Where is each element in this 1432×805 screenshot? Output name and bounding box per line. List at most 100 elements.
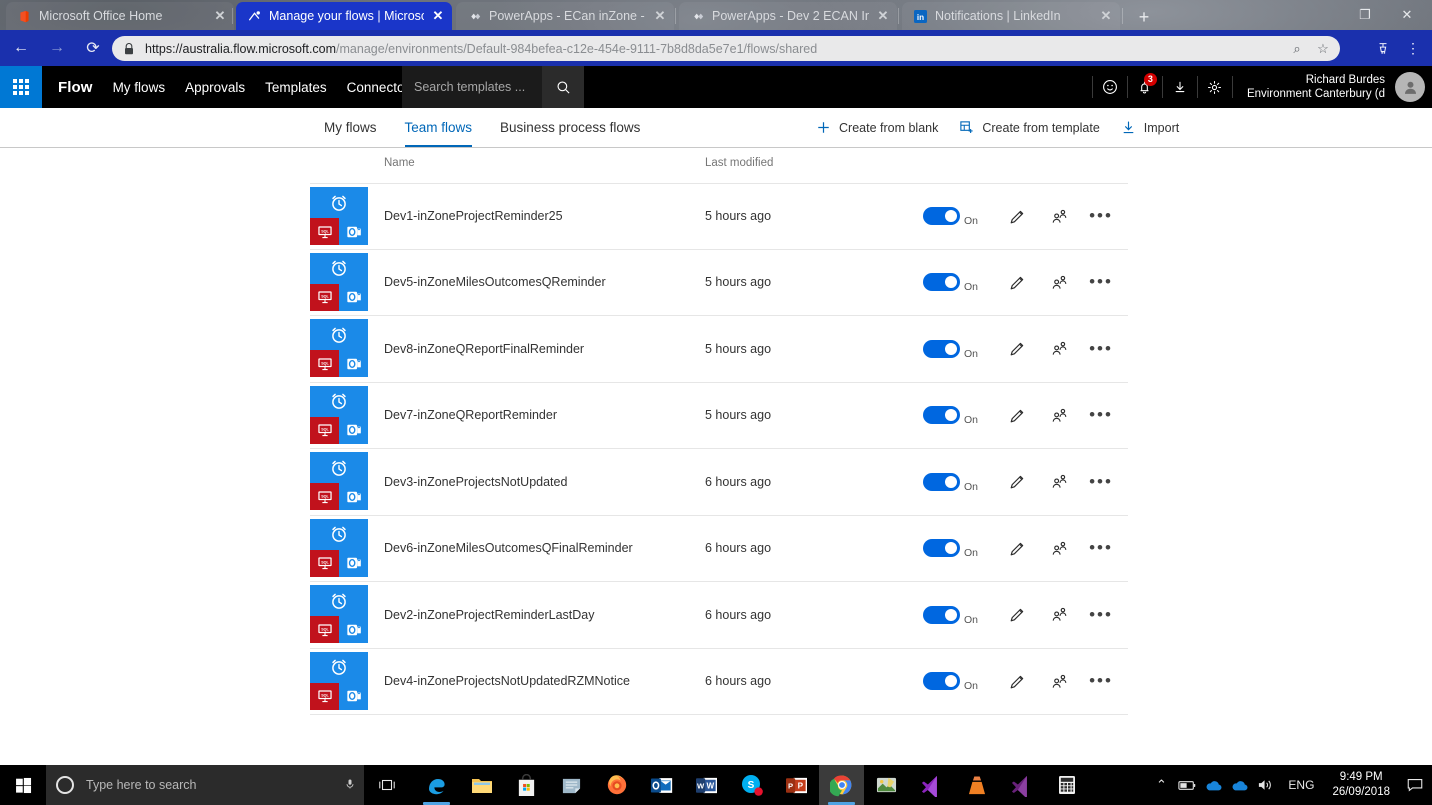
task-view-icon[interactable] (364, 765, 410, 805)
share-flow-button[interactable] (1038, 462, 1080, 502)
battery-icon[interactable] (1174, 765, 1200, 805)
nav-approvals[interactable]: Approvals (185, 80, 245, 95)
toggle-switch[interactable] (923, 273, 960, 291)
share-flow-button[interactable] (1038, 528, 1080, 568)
action-center-icon[interactable] (1398, 765, 1432, 805)
flow-toggle[interactable]: On (923, 672, 978, 690)
tab-business-process-flows[interactable]: Business process flows (486, 108, 654, 147)
edit-flow-button[interactable] (996, 196, 1038, 236)
tab-team-flows[interactable]: Team flows (391, 108, 487, 147)
new-tab-button[interactable]: + (1132, 5, 1156, 29)
search-icon[interactable] (542, 66, 584, 108)
flow-name[interactable]: Dev8-inZoneQReportFinalReminder (384, 342, 584, 356)
flow-toggle[interactable]: On (923, 539, 978, 557)
browser-menu-icon[interactable]: ⋮ (1398, 33, 1428, 63)
edit-flow-button[interactable] (996, 262, 1038, 302)
more-commands-button[interactable]: ••• (1080, 329, 1122, 369)
flow-toggle[interactable]: On (923, 340, 978, 358)
create-from-blank-button[interactable]: Create from blank (805, 108, 948, 147)
nav-templates[interactable]: Templates (265, 80, 327, 95)
close-icon[interactable]: ✕ (875, 8, 891, 24)
flow-toggle[interactable]: On (923, 273, 978, 291)
close-icon[interactable]: ✕ (652, 8, 668, 24)
sticky-notes-icon[interactable] (549, 765, 594, 805)
flow-toggle[interactable]: On (923, 207, 978, 225)
avatar[interactable] (1395, 72, 1425, 102)
skype-icon[interactable]: S (729, 765, 774, 805)
browser-tab[interactable]: PowerApps - ECan inZone - Train ✕ (456, 2, 674, 30)
app-launcher-icon[interactable] (0, 66, 42, 108)
powerpoint-icon[interactable]: PP (774, 765, 819, 805)
toggle-switch[interactable] (923, 473, 960, 491)
flow-toggle[interactable]: On (923, 606, 978, 624)
flow-name[interactable]: Dev3-inZoneProjectsNotUpdated (384, 475, 567, 489)
toggle-switch[interactable] (923, 340, 960, 358)
edge-icon[interactable] (414, 765, 459, 805)
table-row[interactable]: SQLDev8-inZoneQReportFinalReminder5 hour… (310, 316, 1128, 383)
search-input[interactable] (402, 66, 542, 108)
more-commands-button[interactable]: ••• (1080, 595, 1122, 635)
flow-brand-label[interactable]: Flow (58, 79, 93, 96)
table-row[interactable]: SQLDev2-inZoneProjectReminderLastDay6 ho… (310, 582, 1128, 649)
table-row[interactable]: SQLDev6-inZoneMilesOutcomesQFinalReminde… (310, 516, 1128, 583)
vlc-icon[interactable] (954, 765, 999, 805)
close-window-icon[interactable]: ✕ (1386, 0, 1428, 30)
notifications-bell-icon[interactable]: 3 (1128, 66, 1162, 108)
table-row[interactable]: SQLDev5-inZoneMilesOutcomesQReminder5 ho… (310, 250, 1128, 317)
microphone-icon[interactable] (344, 777, 356, 794)
close-icon[interactable]: ✕ (212, 8, 228, 24)
microsoft-store-icon[interactable] (504, 765, 549, 805)
onedrive-icon[interactable] (1200, 765, 1226, 805)
table-row[interactable]: SQLDev1-inZoneProjectReminder255 hours a… (310, 183, 1128, 250)
calculator-icon[interactable] (1044, 765, 1089, 805)
toggle-switch[interactable] (923, 539, 960, 557)
edit-flow-button[interactable] (996, 661, 1038, 701)
outlook-icon[interactable] (639, 765, 684, 805)
back-icon[interactable]: ← (6, 33, 36, 63)
gear-icon[interactable] (1198, 66, 1232, 108)
address-bar[interactable]: https://australia.flow.microsoft.com/man… (112, 36, 1340, 61)
flow-name[interactable]: Dev4-inZoneProjectsNotUpdatedRZMNotice (384, 674, 630, 688)
browser-tab[interactable]: PowerApps - Dev 2 ECAN InZone ✕ (679, 2, 897, 30)
browser-tab[interactable]: in Notifications | LinkedIn ✕ (902, 2, 1120, 30)
more-commands-button[interactable]: ••• (1080, 528, 1122, 568)
toggle-switch[interactable] (923, 406, 960, 424)
share-flow-button[interactable] (1038, 329, 1080, 369)
flow-name[interactable]: Dev7-inZoneQReportReminder (384, 408, 557, 422)
download-icon[interactable] (1163, 66, 1197, 108)
edit-flow-button[interactable] (996, 329, 1038, 369)
more-commands-button[interactable]: ••• (1080, 196, 1122, 236)
input-language[interactable]: ENG (1278, 778, 1324, 792)
taskbar-search[interactable]: Type here to search (46, 765, 364, 805)
bookmark-star-icon[interactable]: ☆ (1310, 38, 1336, 60)
close-icon[interactable]: ✕ (430, 8, 446, 24)
reload-icon[interactable]: ⟳ (78, 33, 108, 63)
table-row[interactable]: SQLDev3-inZoneProjectsNotUpdated6 hours … (310, 449, 1128, 516)
user-identity[interactable]: Richard Burdes Environment Canterbury (d (1233, 73, 1395, 101)
more-commands-button[interactable]: ••• (1080, 262, 1122, 302)
edit-flow-button[interactable] (996, 595, 1038, 635)
chrome-icon[interactable] (819, 765, 864, 805)
toggle-switch[interactable] (923, 672, 960, 690)
table-row[interactable]: SQLDev7-inZoneQReportReminder5 hours ago… (310, 383, 1128, 450)
vs-code-insiders-icon[interactable] (909, 765, 954, 805)
share-flow-button[interactable] (1038, 395, 1080, 435)
browser-tab[interactable]: Microsoft Office Home ✕ (6, 2, 234, 30)
nav-my-flows[interactable]: My flows (113, 80, 166, 95)
import-button[interactable]: Import (1110, 108, 1189, 147)
tab-my-flows[interactable]: My flows (310, 108, 391, 147)
firefox-icon[interactable] (594, 765, 639, 805)
zoom-icon[interactable]: ⌕ (1284, 38, 1310, 60)
maximize-icon[interactable]: ❐ (1344, 0, 1386, 30)
more-commands-button[interactable]: ••• (1080, 462, 1122, 502)
share-flow-button[interactable] (1038, 661, 1080, 701)
toggle-switch[interactable] (923, 207, 960, 225)
onedrive-icon[interactable] (1226, 765, 1252, 805)
taskbar-clock[interactable]: 9:49 PM 26/09/2018 (1324, 770, 1398, 800)
windows-start-icon[interactable] (0, 765, 46, 805)
volume-icon[interactable] (1252, 765, 1278, 805)
flow-toggle[interactable]: On (923, 406, 978, 424)
edit-flow-button[interactable] (996, 528, 1038, 568)
browser-tab-active[interactable]: Manage your flows | Microsoft Fl ✕ (236, 2, 452, 30)
edit-flow-button[interactable] (996, 462, 1038, 502)
